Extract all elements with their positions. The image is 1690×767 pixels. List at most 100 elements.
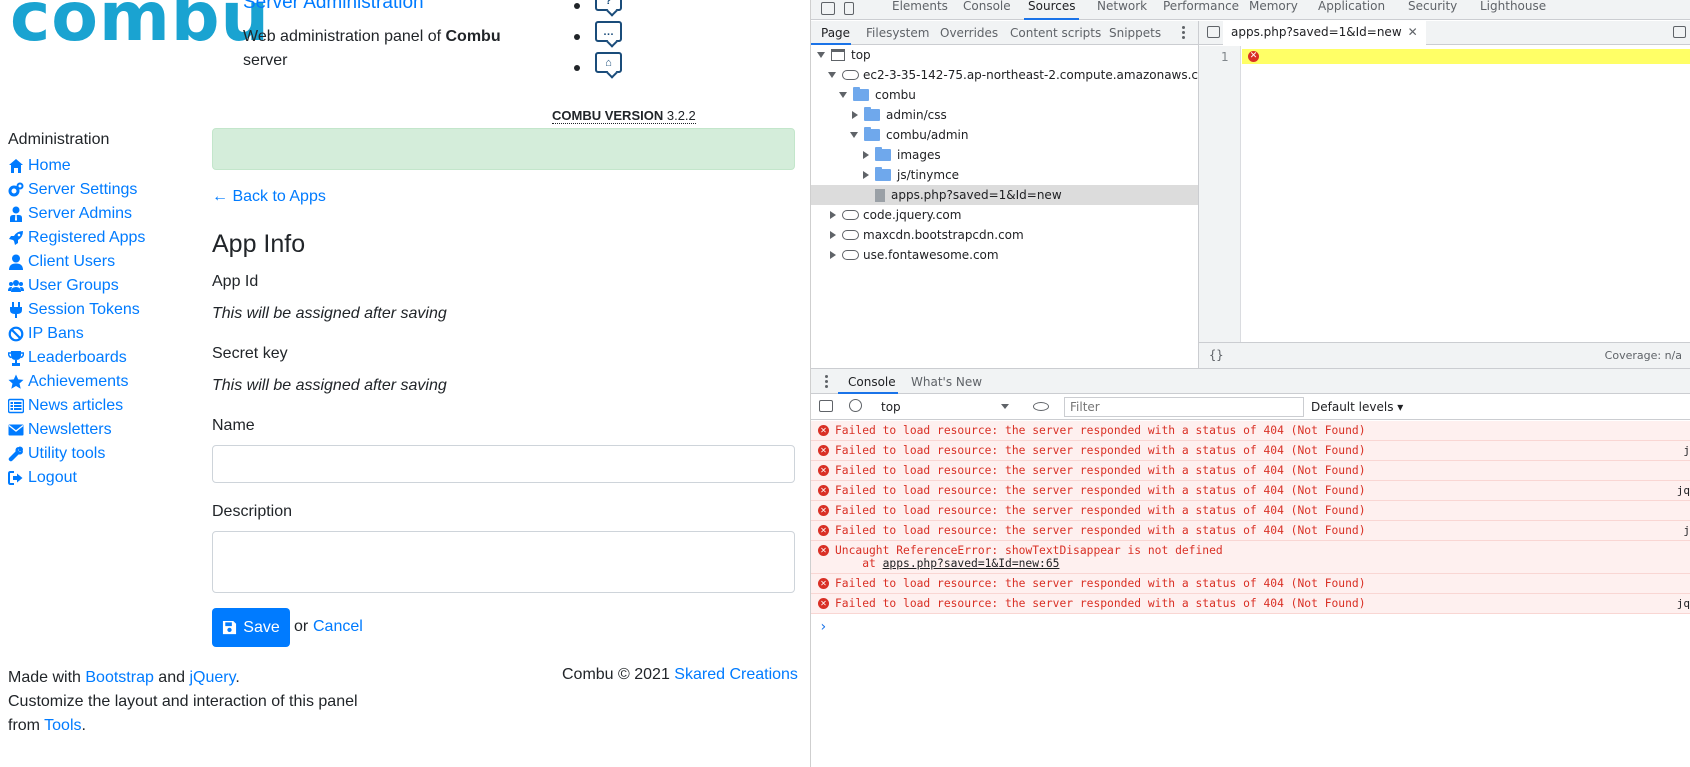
devtools-tab-security[interactable]: Security — [1404, 0, 1461, 20]
devtools-tab-console[interactable]: Console — [959, 0, 1015, 20]
skared-creations-link[interactable]: Skared Creations — [674, 666, 798, 683]
toggle-debugger-icon[interactable] — [1673, 26, 1686, 38]
console-error-message[interactable]: ✕ Failed to load resource: the server res… — [811, 441, 1690, 461]
tree-item[interactable]: admin/css — [811, 105, 1198, 125]
save-button[interactable]: Save — [212, 608, 290, 647]
sidebar-item-utility-tools[interactable]: Utility tools — [8, 442, 198, 466]
devtools-tab-elements[interactable]: Elements — [888, 0, 952, 20]
console-error-message[interactable]: ✕ Failed to load resource: the server res… — [811, 421, 1690, 441]
tree-item[interactable]: images — [811, 145, 1198, 165]
navigator-tab-content-scripts[interactable]: Content scripts — [1010, 26, 1101, 40]
navigator-tab-page[interactable]: Page — [821, 26, 850, 40]
error-icon: ✕ — [818, 505, 829, 516]
triangle-down-icon[interactable] — [839, 92, 847, 98]
triangle-right-icon[interactable] — [830, 251, 836, 259]
drawer-menu-icon[interactable] — [825, 375, 828, 390]
tree-item[interactable]: code.jquery.com — [811, 205, 1198, 225]
console-error-message[interactable]: ✕ Failed to load resource: the server res… — [811, 481, 1690, 501]
help-bubble-icon[interactable]: ? — [595, 0, 622, 11]
message-source-link[interactable]: j — [1683, 524, 1690, 537]
tree-item[interactable]: ec2-3-35-142-75.ap-northeast-2.compute.a… — [811, 65, 1217, 85]
tree-item[interactable]: js/tinymce — [811, 165, 1198, 185]
editor-tab-apps-php[interactable]: apps.php?saved=1&Id=new ✕ — [1223, 21, 1426, 45]
devtools-tab-sources[interactable]: Sources — [1024, 0, 1080, 20]
cancel-link[interactable]: Cancel — [313, 618, 363, 636]
context-selector[interactable]: top — [881, 400, 901, 414]
home-bubble-icon[interactable]: ⌂ — [595, 52, 622, 73]
sidebar-item-achievements[interactable]: Achievements — [8, 370, 198, 394]
sidebar-item-logout[interactable]: Logout — [8, 466, 198, 490]
name-input[interactable] — [212, 445, 795, 483]
devtools-tab-network[interactable]: Network — [1093, 0, 1151, 20]
triangle-right-icon[interactable] — [852, 111, 858, 119]
description-textarea[interactable] — [212, 531, 795, 593]
eye-icon[interactable] — [1033, 402, 1049, 411]
comment-bubble-icon[interactable]: … — [595, 21, 622, 42]
triangle-down-icon[interactable] — [850, 132, 858, 138]
console-error-message[interactable]: ✕ Failed to load resource: the server res… — [811, 501, 1690, 521]
show-sidebar-icon[interactable] — [819, 400, 833, 412]
tree-item[interactable]: maxcdn.bootstrapcdn.com — [811, 225, 1198, 245]
tree-item[interactable]: top — [811, 45, 1198, 65]
triangle-right-icon[interactable] — [830, 211, 836, 219]
devtools-tab-application[interactable]: Application — [1314, 0, 1389, 20]
sidebar-item-ip-bans[interactable]: IP Bans — [8, 322, 198, 346]
devtools-tab-lighthouse[interactable]: Lighthouse — [1476, 0, 1550, 20]
tools-link[interactable]: Tools — [44, 717, 81, 734]
tree-item[interactable]: combu — [811, 85, 1198, 105]
triangle-down-icon[interactable] — [828, 72, 836, 78]
devtools-tab-performance[interactable]: Performance — [1159, 0, 1243, 20]
console-prompt[interactable]: › — [819, 619, 827, 635]
sidebar-item-leaderboards[interactable]: Leaderboards — [8, 346, 198, 370]
sidebar-item-home[interactable]: Home — [8, 154, 198, 178]
console-error-message[interactable]: ✕ Failed to load resource: the server res… — [811, 574, 1690, 594]
drawer-tab-console[interactable]: Console — [848, 375, 896, 389]
log-levels-dropdown[interactable]: Default levels ▾ — [1311, 400, 1403, 414]
pretty-print-button[interactable]: {} — [1209, 348, 1223, 362]
sidebar-item-client-users[interactable]: Client Users — [8, 250, 198, 274]
console-error-message[interactable]: ✕ Uncaught ReferenceError: showTextDisapp… — [811, 541, 1690, 574]
device-toolbar-icon[interactable] — [844, 2, 854, 15]
navigator-tab-filesystem[interactable]: Filesystem — [866, 26, 929, 40]
triangle-right-icon[interactable] — [863, 151, 869, 159]
message-source-link[interactable]: jq — [1677, 597, 1690, 610]
tree-item[interactable]: combu/admin — [811, 125, 1198, 145]
clear-console-icon[interactable] — [849, 399, 862, 412]
stack-trace-link[interactable]: apps.php?saved=1&Id=new:65 — [883, 557, 1060, 570]
more-options-icon[interactable] — [1182, 26, 1185, 41]
bootstrap-link[interactable]: Bootstrap — [85, 669, 153, 686]
sidebar-item-newsletters[interactable]: Newsletters — [8, 418, 198, 442]
console-error-message[interactable]: ✕ Failed to load resource: the server res… — [811, 461, 1690, 481]
message-source-link[interactable]: jq — [1677, 484, 1690, 497]
console-filter-input[interactable] — [1064, 397, 1304, 417]
sidebar-item-registered-apps[interactable]: Registered Apps — [8, 226, 198, 250]
tree-item[interactable]: use.fontawesome.com — [811, 245, 1198, 265]
jquery-link[interactable]: jQuery — [189, 669, 235, 686]
console-error-message[interactable]: ✕ Failed to load resource: the server res… — [811, 594, 1690, 614]
tree-item[interactable]: apps.php?saved=1&Id=new — [811, 185, 1198, 205]
page-header-title[interactable]: Server Administration — [243, 0, 424, 14]
back-to-apps-link[interactable]: ← Back to Apps — [212, 188, 326, 206]
navigator-tab-overrides[interactable]: Overrides — [940, 26, 998, 40]
toggle-navigator-icon[interactable] — [1207, 26, 1220, 38]
console-error-message[interactable]: ✕ Failed to load resource: the server res… — [811, 521, 1690, 541]
navigator-tab-snippets[interactable]: Snippets — [1109, 26, 1161, 40]
message-source-link[interactable]: j — [1683, 444, 1690, 457]
sidebar-item-user-groups[interactable]: User Groups — [8, 274, 198, 298]
devtools-tab-memory[interactable]: Memory — [1245, 0, 1302, 20]
chevron-down-icon[interactable] — [1001, 404, 1009, 409]
close-icon[interactable]: ✕ — [1408, 25, 1418, 39]
triangle-right-icon[interactable] — [863, 171, 869, 179]
error-icon[interactable]: ✕ — [1248, 51, 1259, 62]
sidebar-item-server-admins[interactable]: Server Admins — [8, 202, 198, 226]
combu-logo[interactable]: combü — [10, 0, 270, 57]
sidebar-item-server-settings[interactable]: Server Settings — [8, 178, 198, 202]
inspect-element-icon[interactable] — [821, 2, 835, 15]
drawer-tab-whats-new[interactable]: What's New — [911, 375, 982, 389]
sidebar-item-session-tokens[interactable]: Session Tokens — [8, 298, 198, 322]
triangle-right-icon[interactable] — [830, 231, 836, 239]
admin-page: combü Server Administration Web administ… — [0, 0, 810, 767]
triangle-down-icon[interactable] — [817, 52, 825, 58]
sidebar-item-news-articles[interactable]: News articles — [8, 394, 198, 418]
code-editor[interactable]: 1 ✕ — [1199, 46, 1690, 342]
